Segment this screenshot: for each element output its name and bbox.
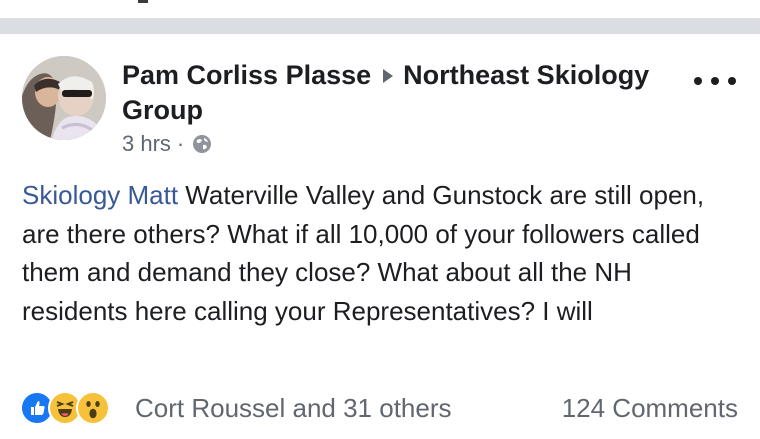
shared-to-arrow-icon: [383, 68, 394, 83]
post-meta: 3 hrs ·: [122, 131, 212, 157]
more-dot-icon: [728, 77, 736, 85]
globe-icon: [193, 135, 212, 153]
author-avatar[interactable]: [22, 56, 106, 140]
post-body: Skiology Matt Waterville Valley and Guns…: [22, 176, 738, 330]
previous-post-edge: [0, 0, 760, 18]
avatar-photo: [22, 56, 106, 140]
reaction-icons[interactable]: [20, 391, 110, 425]
wow-icon: [76, 391, 110, 425]
post-divider: [0, 18, 760, 34]
more-dot-icon: [694, 77, 702, 85]
post-header-title: Pam Corliss Plasse Northeast Skiology Gro…: [122, 58, 682, 128]
meta-separator: ·: [176, 131, 185, 156]
author-name[interactable]: Pam Corliss Plasse: [122, 60, 371, 90]
more-dot-icon: [711, 77, 719, 85]
post-timestamp[interactable]: 3 hrs: [122, 131, 171, 157]
mention-link[interactable]: Skiology Matt: [22, 180, 178, 210]
comments-count-link[interactable]: 124 Comments: [562, 391, 738, 425]
reaction-summary[interactable]: Cort Roussel and 31 others: [135, 391, 452, 425]
previous-post-fragment: [138, 0, 148, 3]
more-options-button[interactable]: [694, 70, 736, 92]
